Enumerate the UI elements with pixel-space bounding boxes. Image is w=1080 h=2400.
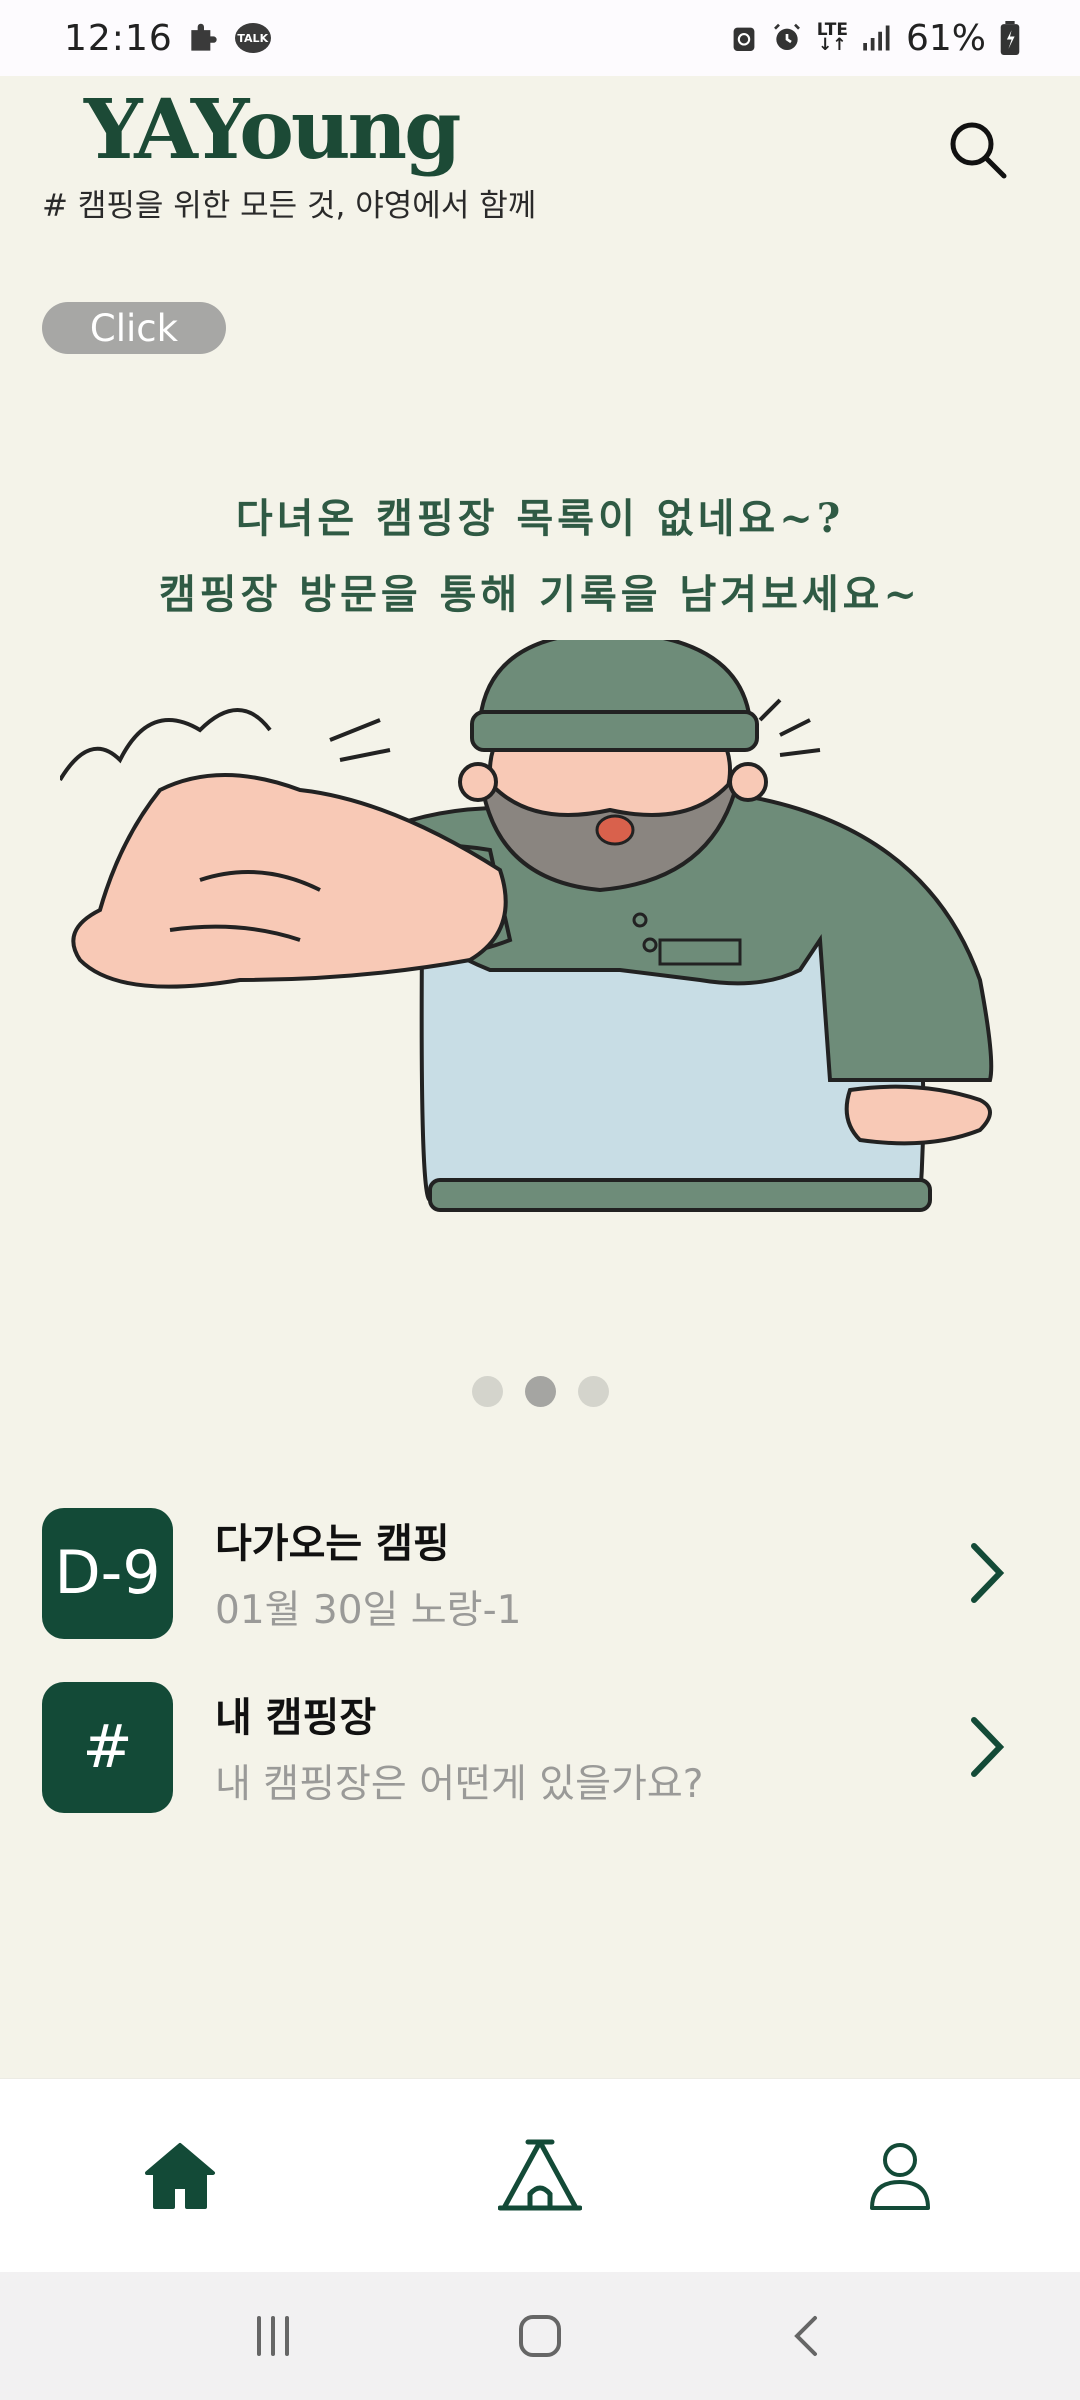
battery-percent: 61% xyxy=(905,17,986,59)
carousel-dot-2[interactable] xyxy=(524,1376,556,1407)
upcoming-camping-item[interactable]: D-9 다가오는 캠핑 01월 30일 노랑-1 xyxy=(42,1507,1038,1639)
upcoming-camping-text: 다가오는 캠핑 01월 30일 노랑-1 xyxy=(215,1511,521,1635)
carousel-dot-3[interactable] xyxy=(577,1376,609,1407)
list-item-subtitle: 01월 30일 노랑-1 xyxy=(215,1588,522,1633)
home-system-button[interactable] xyxy=(505,2301,575,2371)
home-square-icon xyxy=(518,2315,561,2357)
banner-line-2: 캠핑장 방문을 통해 기록을 남겨보세요~ xyxy=(158,571,922,618)
puzzle-icon xyxy=(185,19,223,57)
alarm-icon xyxy=(771,22,803,54)
status-bar: 12:16 TALK LTE ↓↑ 61% xyxy=(0,0,1080,76)
chevron-right-icon[interactable] xyxy=(962,1538,1012,1608)
recent-apps-button[interactable] xyxy=(238,2301,308,2371)
banner-line-1: 다녀온 캠핑장 목록이 없네요~? xyxy=(235,495,845,542)
nav-home[interactable] xyxy=(130,2126,230,2226)
battery-icon xyxy=(1000,21,1020,55)
carousel-dot-1[interactable] xyxy=(471,1376,503,1407)
screen: 12:16 TALK LTE ↓↑ 61% YAYoung # 캠핑을 위한 모… xyxy=(0,0,1080,2400)
system-nav xyxy=(0,2272,1080,2400)
network-type: LTE ↓↑ xyxy=(816,20,848,55)
dday-badge: D-9 xyxy=(42,1507,173,1639)
my-campsite-text: 내 캠핑장 내 캠핑장은 어떤게 있을가요? xyxy=(215,1685,703,1809)
talk-icon: TALK xyxy=(234,23,271,53)
list-item-title: 다가오는 캠핑 xyxy=(215,1521,450,1567)
camper-illustration[interactable] xyxy=(60,640,1020,1240)
app-header: YAYoung # 캠핑을 위한 모든 것, 야영에서 함께 xyxy=(0,76,1080,246)
signal-icon xyxy=(862,23,892,53)
nav-camp[interactable] xyxy=(490,2126,590,2226)
status-time: 12:16 xyxy=(64,17,173,59)
search-icon xyxy=(950,122,1007,179)
recycle-icon xyxy=(731,22,757,54)
my-campsite-item[interactable]: # 내 캠핑장 내 캠핑장은 어떤게 있을가요? xyxy=(42,1681,1038,1813)
recent-apps-icon xyxy=(257,2316,290,2356)
back-button[interactable] xyxy=(772,2301,842,2371)
list-item-subtitle: 내 캠핑장은 어떤게 있을가요? xyxy=(215,1762,704,1807)
tent-icon xyxy=(498,2139,582,2210)
click-button[interactable]: Click xyxy=(42,302,226,354)
bottom-nav xyxy=(0,2078,1080,2272)
search-button[interactable] xyxy=(946,118,1010,182)
network-label: LTE xyxy=(816,20,848,40)
home-icon xyxy=(145,2142,215,2209)
carousel-dots xyxy=(0,1376,1080,1407)
chevron-right-icon[interactable] xyxy=(962,1712,1012,1782)
nav-profile[interactable] xyxy=(850,2126,950,2226)
list-item-title: 내 캠핑장 xyxy=(215,1695,377,1741)
back-icon xyxy=(793,2316,817,2356)
profile-icon xyxy=(870,2142,930,2210)
app-logo: YAYoung xyxy=(84,82,462,178)
tagline: # 캠핑을 위한 모든 것, 야영에서 함께 xyxy=(42,188,537,224)
hash-badge: # xyxy=(42,1681,173,1813)
